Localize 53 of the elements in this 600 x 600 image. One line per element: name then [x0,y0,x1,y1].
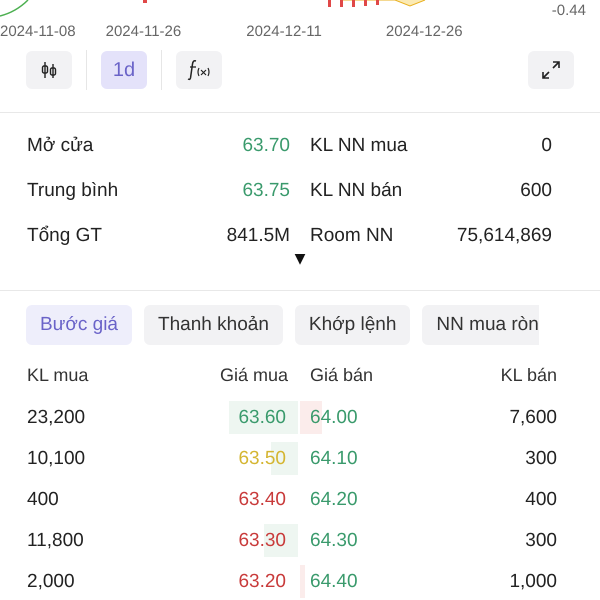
tab[interactable]: Thanh khoản [144,305,283,345]
axis-value: -0.44 [552,1,586,21]
axis-date: 2024-11-26 [106,22,182,42]
stat-value: 841.5M [226,224,290,248]
axis-date: 2024-12-26 [386,22,463,42]
tab[interactable]: Khớp lệnh [294,305,410,345]
price-cell: 63.30 [238,530,286,552]
table-cell-text: 300 [524,447,557,471]
axis-date: 2024-11-08 [0,22,76,42]
price-cell: 64.40 [310,570,358,592]
table-cell-text: 1,000 [508,570,557,594]
table-cell-text: 2,000 [27,570,76,594]
function-icon [187,59,211,81]
stat-label: Tổng GT [27,224,103,248]
price-cell: 63.40 [238,488,286,510]
table-cell-text: 400 [524,488,557,512]
table-cell-text: 7,600 [508,406,557,430]
column-header: KL mua [27,364,90,387]
chart-type-button[interactable] [26,51,72,89]
price-cell: 64.20 [310,488,358,510]
stat-label: Mở cửa [27,134,94,158]
price-cell: 63.20 [238,570,286,592]
stat-label: Room NN [309,224,394,248]
table-cell-text: 11,800 [27,529,85,553]
stat-value: 75,614,869 [456,224,552,248]
stat-label: Trung bình [27,179,120,203]
column-header: KL bán [500,364,557,387]
column-header: Giá mua [218,364,289,387]
table-cell-text: 23,200 [27,406,86,430]
interval-button[interactable]: 1d [101,51,147,89]
fullscreen-button[interactable] [528,51,574,89]
column-header: Giá bán [309,364,374,387]
price-cell: 63.50 [238,448,286,470]
indicator-button[interactable] [176,51,222,89]
expand-toggle[interactable]: ▼ [294,250,306,268]
stat-label: KL NN mua [309,134,408,158]
table-cell-text: 400 [27,488,60,512]
candlestick-icon [41,61,57,79]
table-cell-text: 300 [524,529,557,553]
tab[interactable]: Bước giá [26,305,132,345]
axis-date: 2024-12-11 [246,22,322,42]
price-cell: 64.00 [310,406,358,428]
expand-icon [541,60,561,80]
stat-label: KL NN bán [309,179,404,203]
price-cell: 63.60 [238,406,286,428]
table-cell-text: 10,100 [27,447,86,471]
price-cell: 64.30 [310,530,358,552]
tab[interactable]: NN mua ròn [422,305,539,345]
stat-value: 63.70 [241,134,290,158]
stat-value: 600 [519,179,552,203]
stat-value: 0 [540,134,552,158]
price-cell: 64.10 [310,448,358,470]
stat-value: 63.75 [241,179,290,203]
